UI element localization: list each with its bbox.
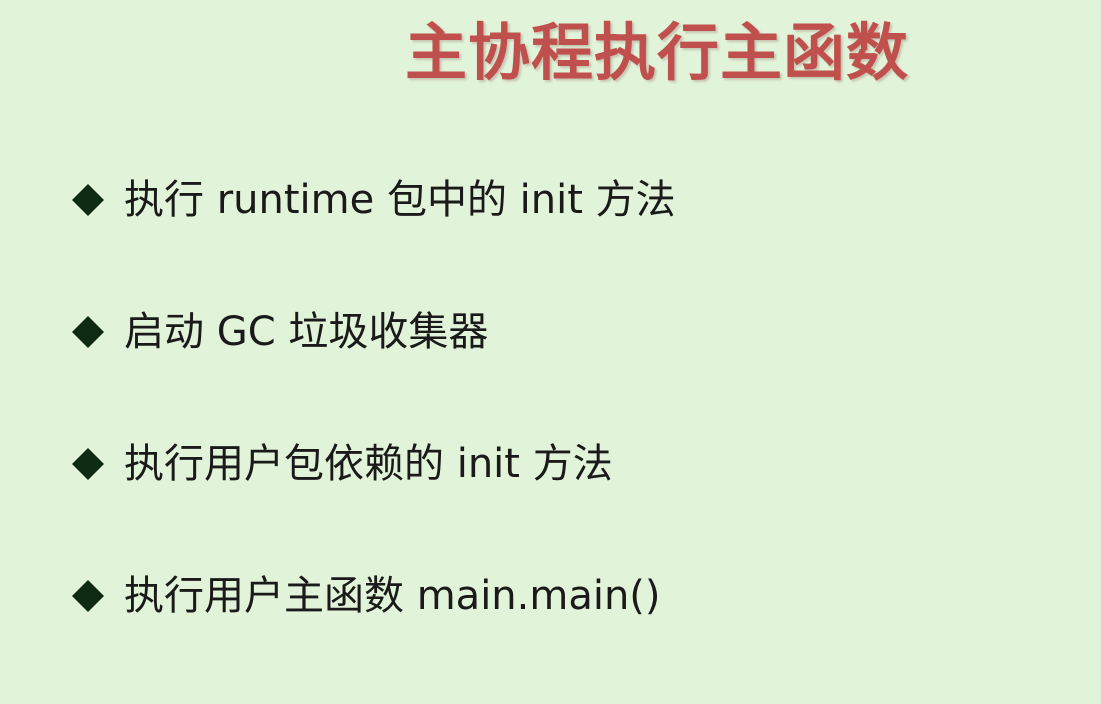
bullet-text: 执行用户包依赖的 init 方法 [124,441,613,487]
bullet-text: 启动 GC 垃圾收集器 [124,309,489,355]
bullet-list: 执行 runtime 包中的 init 方法 启动 GC 垃圾收集器 执行用户包… [0,0,1101,704]
diamond-bullet-icon [70,314,106,350]
diamond-bullet-icon [70,578,106,614]
bullet-item-runtime-init: 执行 runtime 包中的 init 方法 [70,170,676,230]
bullet-item-main: 执行用户主函数 main.main() [70,566,661,626]
bullet-text: 执行 runtime 包中的 init 方法 [124,177,676,223]
diamond-bullet-icon [70,182,106,218]
bullet-item-user-init: 执行用户包依赖的 init 方法 [70,434,613,494]
diamond-bullet-icon [70,446,106,482]
bullet-text: 执行用户主函数 main.main() [124,573,661,619]
slide: 主协程执行主函数 执行 runtime 包中的 init 方法 启动 GC 垃圾… [0,0,1101,704]
bullet-item-gc: 启动 GC 垃圾收集器 [70,302,488,362]
